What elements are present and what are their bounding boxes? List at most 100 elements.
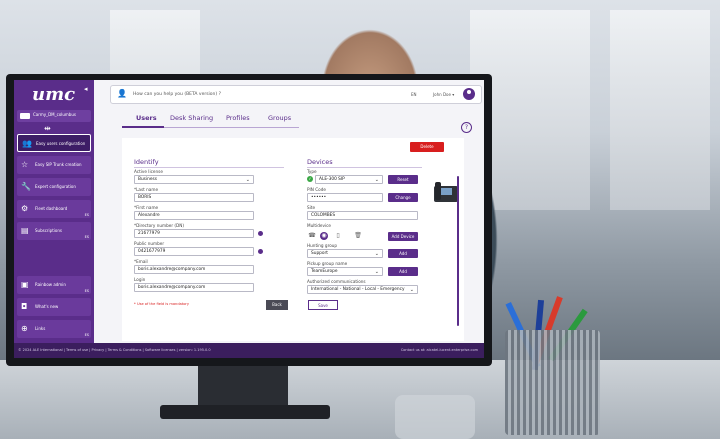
sidebar-item-whats-new[interactable]: ◘ What's new	[17, 298, 91, 316]
info-icon[interactable]	[258, 249, 263, 254]
sidebar-item-easy-sip[interactable]: ☆ Easy SIP Trunk creation	[17, 156, 91, 174]
pin-field[interactable]: ••••••	[307, 193, 383, 202]
reset-button[interactable]: Reset	[388, 175, 418, 184]
delete-button[interactable]: Delete	[410, 142, 444, 152]
save-button[interactable]: Save	[308, 300, 338, 310]
last-name-field[interactable]: BORIS	[134, 193, 254, 202]
chevron-down-icon: ⌄	[374, 177, 379, 183]
pin-label: PIN Code	[307, 187, 326, 192]
sidebar-item-links[interactable]: ⊕ Links ES	[17, 320, 91, 338]
first-name-label: *First name	[134, 205, 159, 210]
language-selector[interactable]: EN	[411, 92, 417, 97]
sidebar-item-fleet-dashboard[interactable]: ⚙ Fleet dashboard ES	[17, 200, 91, 218]
active-license-select[interactable]: Business ⌄	[134, 175, 254, 184]
scrollbar[interactable]	[457, 176, 459, 326]
sidebar-item-label: Subscriptions	[35, 228, 62, 233]
tab-desk-sharing[interactable]: Desk Sharing	[170, 114, 213, 122]
sidebar-item-subscriptions[interactable]: ▤ Subscriptions ES	[17, 222, 91, 240]
sidebar-badge: ES	[84, 213, 89, 217]
sidebar: umc ◂ Carmy_DM_columbus ⇹ 👥 Easy users c…	[14, 80, 94, 343]
sidebar-item-label: Rainbow admin	[35, 282, 66, 287]
chevron-down-icon: ⌄	[374, 269, 379, 275]
background-window	[610, 10, 710, 210]
pickup-group-select[interactable]: TeamEurope ⌄	[307, 267, 383, 276]
tab-rule	[164, 127, 299, 128]
add-device-button[interactable]: Add Device	[388, 232, 418, 241]
sidebar-item-label: Links	[35, 326, 46, 331]
check-icon: ✓	[307, 176, 313, 182]
divider-arrows-icon: ⇹	[44, 124, 51, 133]
photo-scene: umc ◂ Carmy_DM_columbus ⇹ 👥 Easy users c…	[0, 0, 720, 439]
sidebar-item-expert-config[interactable]: 🔧 Expert configuration	[17, 178, 91, 196]
link-icon: ⊕	[21, 324, 28, 333]
back-button[interactable]: Back	[266, 300, 288, 310]
sidebar-badge: ES	[84, 333, 89, 337]
hunting-group-select[interactable]: Support ⌄	[307, 249, 383, 258]
footer-contact[interactable]: Contact us at: alcatel-lucent.enterprise…	[401, 348, 478, 352]
sidebar-item-label: Easy SIP Trunk creation	[35, 162, 82, 167]
user-form-panel: Delete Identify Active license Business …	[122, 138, 464, 341]
dn-label: *Directory number (DN)	[134, 223, 185, 228]
public-number-field[interactable]: 0421677979	[134, 247, 254, 256]
chevron-down-icon: ⌄	[245, 177, 250, 183]
assistant-bar: 👤 How can you help you (BETA version) ? …	[110, 85, 482, 104]
monitor-stand-base	[160, 405, 330, 419]
tab-groups[interactable]: Groups	[268, 114, 291, 122]
dn-field[interactable]: 21677979	[134, 229, 254, 238]
first-name-field[interactable]: Alexandre	[134, 211, 254, 220]
softphone-icon[interactable]: ◉	[320, 232, 328, 240]
authorized-comms-value: International - National - Local - Emerg…	[311, 287, 405, 292]
mobile-icon[interactable]: ▯	[334, 232, 342, 240]
hunting-group-value: Support	[311, 251, 328, 256]
section-divider	[307, 167, 422, 168]
site-field[interactable]: COLOMBES	[307, 211, 418, 220]
avatar[interactable]	[463, 88, 475, 100]
help-icon[interactable]: ?	[461, 122, 472, 133]
multidevice-label: Multidevice	[307, 223, 331, 228]
public-number-label: Public number	[134, 241, 165, 246]
change-button[interactable]: Change	[388, 193, 418, 202]
trash-icon[interactable]: 🗑	[354, 232, 362, 240]
desk-phone-icon	[434, 182, 458, 202]
users-icon: 👥	[22, 139, 32, 148]
company-badge-icon	[20, 113, 30, 119]
device-type-select[interactable]: ALE-300 SIP ⌄	[315, 175, 383, 184]
add-hunting-group-button[interactable]: Add	[388, 249, 418, 258]
chevron-down-icon: ⌄	[374, 251, 379, 257]
user-menu[interactable]: John Doe ▾	[433, 92, 454, 97]
sidebar-badge: ES	[84, 289, 89, 293]
login-field[interactable]: boris.alexandre@company.com	[134, 283, 254, 292]
collapse-icon[interactable]: ◂	[84, 85, 88, 93]
chevron-down-icon: ▾	[452, 92, 455, 97]
tab-profiles[interactable]: Profiles	[226, 114, 250, 122]
pickup-group-value: TeamEurope	[311, 269, 338, 274]
sidebar-item-easy-users[interactable]: 👥 Easy users configuration	[17, 134, 91, 152]
desk-phone-small-icon[interactable]: ☎	[308, 232, 316, 240]
email-label: *Email	[134, 259, 148, 264]
sidebar-item-label: Fleet dashboard	[35, 206, 68, 211]
hunting-group-label: Hunting group	[307, 243, 338, 248]
add-pickup-group-button[interactable]: Add	[388, 267, 418, 276]
sidebar-item-label: Expert configuration	[35, 184, 76, 189]
news-icon: ◘	[21, 302, 28, 311]
pen-holder	[505, 330, 600, 435]
active-license-value: Business	[138, 177, 157, 182]
desk	[0, 360, 720, 439]
identify-title: Identify	[134, 158, 159, 166]
wrench-icon: 🔧	[21, 182, 31, 191]
assistant-icon: 👤	[117, 89, 127, 98]
tab-users[interactable]: Users	[136, 114, 157, 122]
tab-active-indicator	[122, 126, 164, 128]
chevron-down-icon: ⌄	[409, 287, 414, 293]
company-selector[interactable]: Carmy_DM_columbus	[17, 110, 91, 122]
login-label: Login	[134, 277, 146, 282]
authorized-comms-select[interactable]: International - National - Local - Emerg…	[307, 285, 418, 294]
footer: © 2024 ALE International | Terms of use …	[14, 343, 484, 358]
info-icon[interactable]	[258, 231, 263, 236]
sidebar-item-rainbow-admin[interactable]: ▣ Rainbow admin ES	[17, 276, 91, 294]
footer-legal: © 2024 ALE International | Terms of use …	[18, 348, 211, 352]
assistant-input[interactable]: How can you help you (BETA version) ?	[133, 92, 221, 97]
authorized-comms-label: Authorized communications	[307, 279, 366, 284]
email-field[interactable]: boris.alexandre@company.com	[134, 265, 254, 274]
device-type-value: ALE-300 SIP	[319, 177, 345, 182]
